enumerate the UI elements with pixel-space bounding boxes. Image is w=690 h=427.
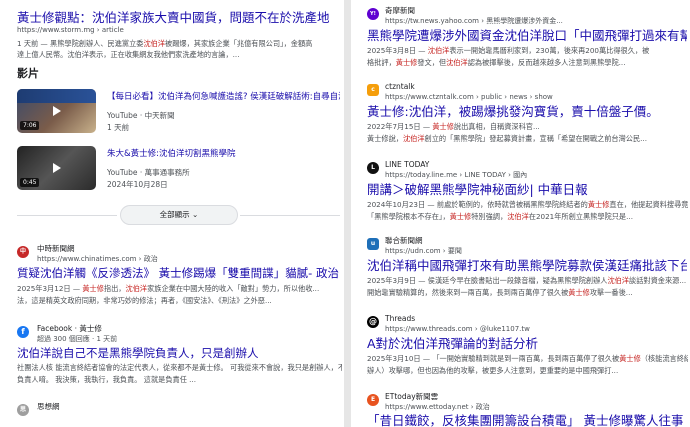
right-search-panel: Y! 奇摩新聞 https://tw.news.yahoo.com › 黑熊學院…: [351, 0, 690, 427]
result-title-udn[interactable]: 沈伯洋稱中國飛彈打來有助黑熊學院募款侯漢廷痛批該下台 ...: [367, 258, 687, 273]
result-url-linetoday: https://today.line.me › LINE TODAY › 國內: [385, 171, 528, 179]
result-url-storm: https://www.storm.mg › article: [17, 26, 124, 34]
result-snippet-ctzntalk-2: 黃士修說，沈伯洋創立的「黑熊學院」發起募資計畫，宣稱「希望在開戰之前台灣公民..…: [367, 134, 648, 143]
result-title-facebook[interactable]: 沈伯洋說自己不是黑熊學院負責人，只是創辦人: [17, 346, 342, 361]
result-snippet-linetoday-2: 「黑熊學院根本不存在」，黃士修特別強調，沈伯洋在2021年所創立黑熊學院只是..…: [367, 212, 633, 221]
result-url-udn: https://udn.com › 要聞: [385, 247, 462, 255]
result-snippet-storm: 1 天前 — 黑熊學院創辦人、民進黨立委沈伯洋被踢爆，其家族企業「兆億有限公司」…: [17, 39, 313, 48]
video-source-2: YouTube · 萬事通事務所: [107, 168, 190, 177]
yahoo-favicon-icon: Y!: [367, 8, 379, 20]
result-site-ettoday: ETtoday新聞雲: [385, 392, 439, 401]
video-duration: 7:06: [20, 121, 40, 130]
result-url-threads: https://www.threads.com › @luke1107.tw: [385, 325, 530, 333]
ctzntalk-favicon-icon: c: [367, 84, 379, 96]
ettoday-favicon-icon: E: [367, 394, 379, 406]
linetoday-favicon-icon: L: [367, 162, 379, 174]
video-duration: 0:45: [20, 178, 40, 187]
result-snippet-udn-2: 開始靠實驗精算的，然後來到一兩百萬，長到兩百萬停了很久被黃士修攻擊一番後...: [367, 288, 633, 297]
video-date-2: 2024年10月28日: [107, 180, 168, 189]
result-snippet-chinatimes: 2025年3月12日 — 黃士修指出，沈伯洋家族企業在中國大陸的收入「敵對」勢力…: [17, 284, 320, 293]
result-snippet-storm-2: 達上億人民幣。沈伯洋表示，正在收集網友我他們家洗產地的言論，...: [17, 50, 240, 59]
result-site-chinatimes: 中時新聞網: [37, 244, 75, 253]
result-snippet-threads-2: 辦人）攻擊哪，但也因為他的攻擊，被更多人注意到，更重要的是中國飛彈打...: [367, 366, 619, 375]
result-meta-facebook: 超過 300 個回應 · 1 天前: [37, 335, 118, 343]
video-source-1: YouTube · 中天新聞: [107, 111, 175, 120]
result-snippet-facebook: 社團法人核 能流言終結者協會的法定代表人，從來都不是黃士修。 可我從來不會說，我…: [17, 363, 342, 372]
result-title-ettoday[interactable]: 「昔日鐵餃，反核集團開籌設台積電」 黃士修曝驚人往事: [367, 413, 687, 427]
video-title-2[interactable]: 朱大&黃士修:沈伯洋切割黑熊學院: [107, 148, 340, 160]
result-site-threads: Threads: [385, 314, 416, 323]
result-title-chinatimes[interactable]: 質疑沈伯洋觸《反滲透法》 黃士修踢爆「雙重間諜」貓膩- 政治: [17, 266, 342, 281]
play-icon: [53, 106, 61, 116]
result-snippet-threads: 2025年3月10日 — 「一開始實驗精到就是到一兩百萬，長到兩百萬停了很久被黃…: [367, 354, 688, 363]
result-site-udn: 聯合新聞網: [385, 236, 423, 245]
result-site-linetoday: LINE TODAY: [385, 160, 430, 169]
video-title-1[interactable]: 【每日必看】沈伯洋為何急喊護造謠? 侯漢廷破解話術:自尋自演: [107, 91, 340, 103]
result-site-ctzntalk: ctzntalk: [385, 82, 415, 91]
udn-favicon-icon: u: [367, 238, 379, 250]
chinatimes-favicon-icon: 中: [17, 246, 29, 258]
site-favicon-icon: 思: [17, 404, 29, 416]
result-title-yahoo[interactable]: 黑熊學院遭爆涉外國資金沈伯洋脫口「中國飛彈打過來有幫助」: [367, 28, 687, 43]
result-snippet-ctzntalk: 2022年7月15日 — 黃士修說出真相，自稱資深科官...: [367, 122, 540, 131]
result-title-storm[interactable]: 黃士修觀點：沈伯洋家族大賣中國貨，問題不在於洗產地: [17, 10, 339, 25]
result-snippet-udn: 2025年3月9日 — 侯漢廷今早在臉書貼出一段錄音檔，疑為黑熊學院創辦人沈伯洋…: [367, 276, 687, 285]
result-site-yahoo: 奇摩新聞: [385, 6, 415, 15]
result-snippet-yahoo-2: 格批評，黃士修發文，但沈伯洋認為被揮擊後，反而越來越多人注意到黑熊學院...: [367, 58, 626, 67]
divider: [17, 215, 117, 216]
facebook-favicon-icon: f: [17, 326, 29, 338]
result-url-chinatimes: https://www.chinatimes.com › 政治: [37, 255, 158, 263]
video-thumbnail-1[interactable]: 7:06: [17, 89, 96, 133]
show-all-button[interactable]: 全部顯示 ⌄: [120, 205, 238, 225]
result-snippet-chinatimes-2: 法，這是精英文政府同期，非常巧妙的修法；再者，《國安法》、《刑法》之外惡...: [17, 296, 272, 305]
result-snippet-facebook-2: 負責人唷。 我決策，我執行，我負責。 這就是負責任 ...: [17, 375, 197, 384]
threads-favicon-icon: @: [367, 316, 379, 328]
result-snippet-yahoo: 2025年3月8日 — 沈伯洋表示一開始靠馬曆利家到，230萬，後來再200萬比…: [367, 46, 650, 55]
result-title-ctzntalk[interactable]: 黃士修:沈伯洋，被踢爆挑發沟寶貨，賣十倍盤子價。: [367, 104, 687, 119]
result-url-yahoo: https://tw.news.yahoo.com › 黑熊學院遭爆涉外資金..…: [385, 17, 563, 25]
video-date-1: 1 天前: [107, 123, 130, 132]
result-title-threads[interactable]: A對於沈伯洋飛彈論的對話分析: [367, 336, 687, 351]
play-icon: [53, 163, 61, 173]
result-url-ettoday: https://www.ettoday.net › 政治: [385, 403, 490, 411]
left-search-panel: 黃士修觀點：沈伯洋家族大賣中國貨，問題不在於洗產地 https://www.st…: [0, 0, 344, 427]
result-site-partial: 思想網: [37, 402, 60, 411]
result-snippet-linetoday: 2024年10月23日 — 前處於範例的，依時就曾被稱黑熊學院終結者的黃士修直在…: [367, 200, 688, 209]
video-thumbnail-2[interactable]: 0:45: [17, 146, 96, 190]
videos-heading: 影片: [17, 67, 39, 80]
result-url-ctzntalk: https://www.ctzntalk.com › public › news…: [385, 93, 553, 101]
result-title-linetoday[interactable]: 開講＞破解黑熊學院神秘面紗| 中華日報: [367, 182, 687, 197]
chevron-down-icon: ⌄: [192, 210, 199, 219]
result-site-facebook: Facebook · 黃士修: [37, 324, 102, 333]
divider: [240, 215, 340, 216]
